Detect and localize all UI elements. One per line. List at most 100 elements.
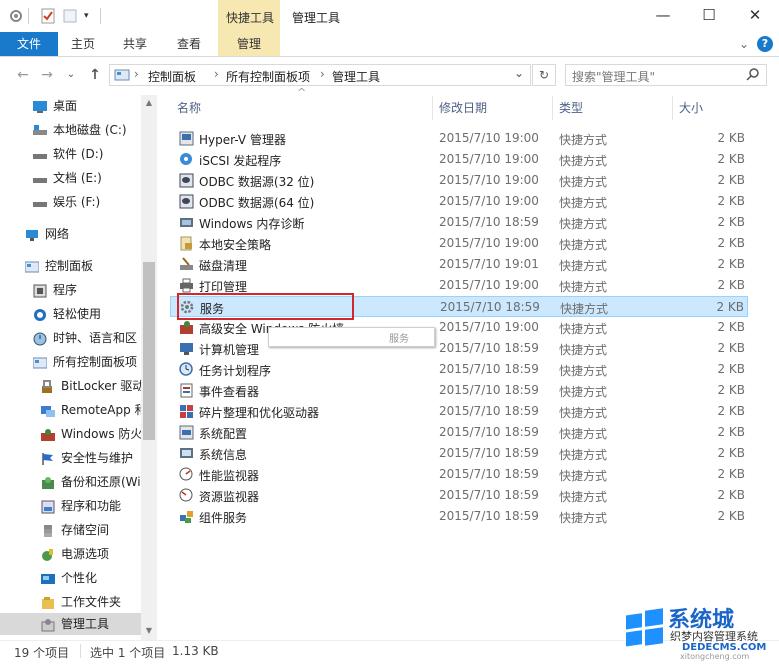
- breadcrumb-separator: ›: [320, 67, 325, 81]
- column-header-type[interactable]: 类型: [559, 96, 583, 120]
- checkmark-doc-icon[interactable]: [40, 8, 56, 24]
- file-row[interactable]: 本地安全策略 2015/7/10 19:00 快捷方式 2 KB: [170, 233, 748, 254]
- file-row[interactable]: 高级安全 Windows 防火墙2015/7/10 19:00快捷方式2 KB: [170, 317, 748, 338]
- divider: [80, 644, 81, 658]
- file-row[interactable]: ODBC 数据源(64 位) 2015/7/10 19:00 快捷方式 2 KB: [170, 191, 748, 212]
- address-dropdown-button[interactable]: ⌄: [514, 66, 524, 80]
- column-header-name[interactable]: 名称: [177, 96, 201, 120]
- file-row[interactable]: 资源监视器 2015/7/10 18:59 快捷方式 2 KB: [170, 485, 748, 506]
- bitlocker-icon: [41, 379, 55, 393]
- new-folder-icon[interactable]: [62, 8, 78, 24]
- file-row[interactable]: 性能监视器 2015/7/10 18:59 快捷方式 2 KB: [170, 464, 748, 485]
- properties-icon[interactable]: [8, 8, 24, 24]
- nav-scrollbar-thumb[interactable]: [143, 262, 155, 440]
- system-info-icon: [179, 446, 194, 461]
- scroll-down-button[interactable]: ▼: [143, 624, 155, 638]
- file-row[interactable]: 组件服务 2015/7/10 18:59 快捷方式 2 KB: [170, 506, 748, 527]
- printer-icon: [179, 278, 194, 293]
- column-divider[interactable]: [672, 96, 673, 120]
- column-header-modified[interactable]: 修改日期: [439, 96, 487, 120]
- file-row[interactable]: 事件查看器 2015/7/10 18:59 快捷方式 2 KB: [170, 380, 748, 401]
- network-icon: [25, 227, 39, 241]
- nav-item-network[interactable]: 网络: [25, 223, 141, 245]
- nav-item-drive-c[interactable]: 本地磁盘 (C:): [33, 119, 141, 141]
- breadcrumb-admin-tools[interactable]: 管理工具: [332, 68, 380, 85]
- drive-icon: [33, 171, 47, 185]
- remoteapp-icon: [41, 403, 55, 417]
- divider: [100, 8, 101, 24]
- firewall-icon: [179, 320, 194, 335]
- nav-item-control-panel[interactable]: 控制面板: [25, 255, 141, 277]
- nav-item-desktop[interactable]: 桌面: [33, 95, 141, 117]
- nav-item-power-options[interactable]: 电源选项: [41, 543, 141, 565]
- context-tab-group: 快捷工具: [218, 0, 280, 32]
- maximize-button[interactable]: ☐: [686, 0, 732, 32]
- breadcrumb-control-panel[interactable]: 控制面板: [148, 68, 196, 85]
- power-icon: [41, 547, 55, 561]
- nav-item-ease-of-access[interactable]: 轻松使用: [33, 303, 141, 325]
- file-row[interactable]: ODBC 数据源(32 位) 2015/7/10 19:00 快捷方式 2 KB: [170, 170, 748, 191]
- recent-locations-button[interactable]: ⌄: [62, 66, 80, 84]
- address-bar[interactable]: › 控制面板 › 所有控制面板项 › 管理工具 ⌄: [109, 64, 531, 86]
- status-item-count: 19 个项目: [14, 646, 70, 660]
- file-row[interactable]: 磁盘清理 2015/7/10 19:01 快捷方式 2 KB: [170, 254, 748, 275]
- nav-item-admin-tools[interactable]: 管理工具: [0, 613, 141, 635]
- watermark: 系统城 织梦内容管理系统 DEDECMS.COM xitongcheng.com: [620, 600, 779, 663]
- search-icon[interactable]: [746, 67, 760, 81]
- refresh-button[interactable]: ↻: [532, 64, 556, 86]
- file-row[interactable]: 碎片整理和优化驱动器 2015/7/10 18:59 快捷方式 2 KB: [170, 401, 748, 422]
- nav-item-remoteapp[interactable]: RemoteApp 和: [41, 399, 141, 421]
- ribbon-expand-button[interactable]: ⌄: [736, 32, 752, 56]
- disk-cleanup-icon: [179, 257, 194, 272]
- nav-item-programs[interactable]: 程序: [33, 279, 141, 301]
- customize-qat-icon[interactable]: ▾: [84, 8, 100, 24]
- file-row[interactable]: Hyper-V 管理器 2015/7/10 19:00 快捷方式 2 KB: [170, 128, 748, 149]
- nav-item-backup-restore[interactable]: 备份和还原(Wi: [41, 471, 141, 493]
- nav-item-all-items[interactable]: 所有控制面板项: [33, 351, 141, 373]
- up-button[interactable]: ↑: [86, 66, 104, 84]
- nav-item-drive-f[interactable]: 娱乐 (F:): [33, 191, 141, 213]
- nav-item-drive-d[interactable]: 软件 (D:): [33, 143, 141, 165]
- breadcrumb-separator: ›: [134, 67, 139, 81]
- column-header-size[interactable]: 大小: [679, 96, 703, 120]
- forward-button[interactable]: →: [38, 66, 56, 84]
- title-bar: ▾ 快捷工具 管理工具 — ☐ ✕: [0, 0, 779, 32]
- tab-home[interactable]: 主页: [60, 32, 106, 56]
- breadcrumb-all-items[interactable]: 所有控制面板项: [226, 68, 310, 85]
- storage-icon: [41, 523, 55, 537]
- file-row[interactable]: Windows 内存诊断 2015/7/10 18:59 快捷方式 2 KB: [170, 212, 748, 233]
- search-box[interactable]: 搜索"管理工具": [565, 64, 767, 86]
- tab-manage[interactable]: 管理: [218, 32, 280, 56]
- back-button[interactable]: ←: [14, 66, 32, 84]
- admin-tools-icon: [41, 617, 55, 632]
- nav-item-programs-features[interactable]: 程序和功能: [41, 495, 141, 517]
- iscsi-icon: [179, 152, 194, 167]
- file-row[interactable]: 任务计划程序 2015/7/10 18:59 快捷方式 2 KB: [170, 359, 748, 380]
- flag-icon: [41, 451, 55, 465]
- nav-item-drive-e[interactable]: 文档 (E:): [33, 167, 141, 189]
- help-button[interactable]: ?: [757, 36, 773, 52]
- sort-ascending-icon: ^: [297, 86, 307, 99]
- file-row[interactable]: iSCSI 发起程序 2015/7/10 19:00 快捷方式 2 KB: [170, 149, 748, 170]
- odbc-icon: [179, 194, 194, 209]
- file-row[interactable]: 计算机管理 2015/7/10 18:59 快捷方式 2 KB: [170, 338, 748, 359]
- tab-share[interactable]: 共享: [112, 32, 158, 56]
- nav-item-storage-spaces[interactable]: 存储空间: [41, 519, 141, 541]
- column-divider[interactable]: [552, 96, 553, 120]
- tab-file[interactable]: 文件: [0, 32, 58, 56]
- search-input[interactable]: 搜索"管理工具": [572, 68, 655, 85]
- scroll-up-button[interactable]: ▲: [143, 96, 155, 110]
- file-row[interactable]: 系统信息 2015/7/10 18:59 快捷方式 2 KB: [170, 443, 748, 464]
- nav-item-personalization[interactable]: 个性化: [41, 567, 141, 589]
- column-divider[interactable]: [432, 96, 433, 120]
- tab-view[interactable]: 查看: [166, 32, 212, 56]
- nav-item-work-folders[interactable]: 工作文件夹: [41, 591, 141, 613]
- close-button[interactable]: ✕: [732, 0, 778, 32]
- file-row[interactable]: 系统配置 2015/7/10 18:59 快捷方式 2 KB: [170, 422, 748, 443]
- nav-item-clock-language[interactable]: 时钟、语言和区: [33, 327, 141, 349]
- nav-item-windows-firewall[interactable]: Windows 防火: [41, 423, 141, 445]
- programs-features-icon: [41, 499, 55, 514]
- nav-item-security-maintenance[interactable]: 安全性与维护: [41, 447, 141, 469]
- nav-item-bitlocker[interactable]: BitLocker 驱动: [41, 375, 141, 397]
- minimize-button[interactable]: —: [640, 0, 686, 32]
